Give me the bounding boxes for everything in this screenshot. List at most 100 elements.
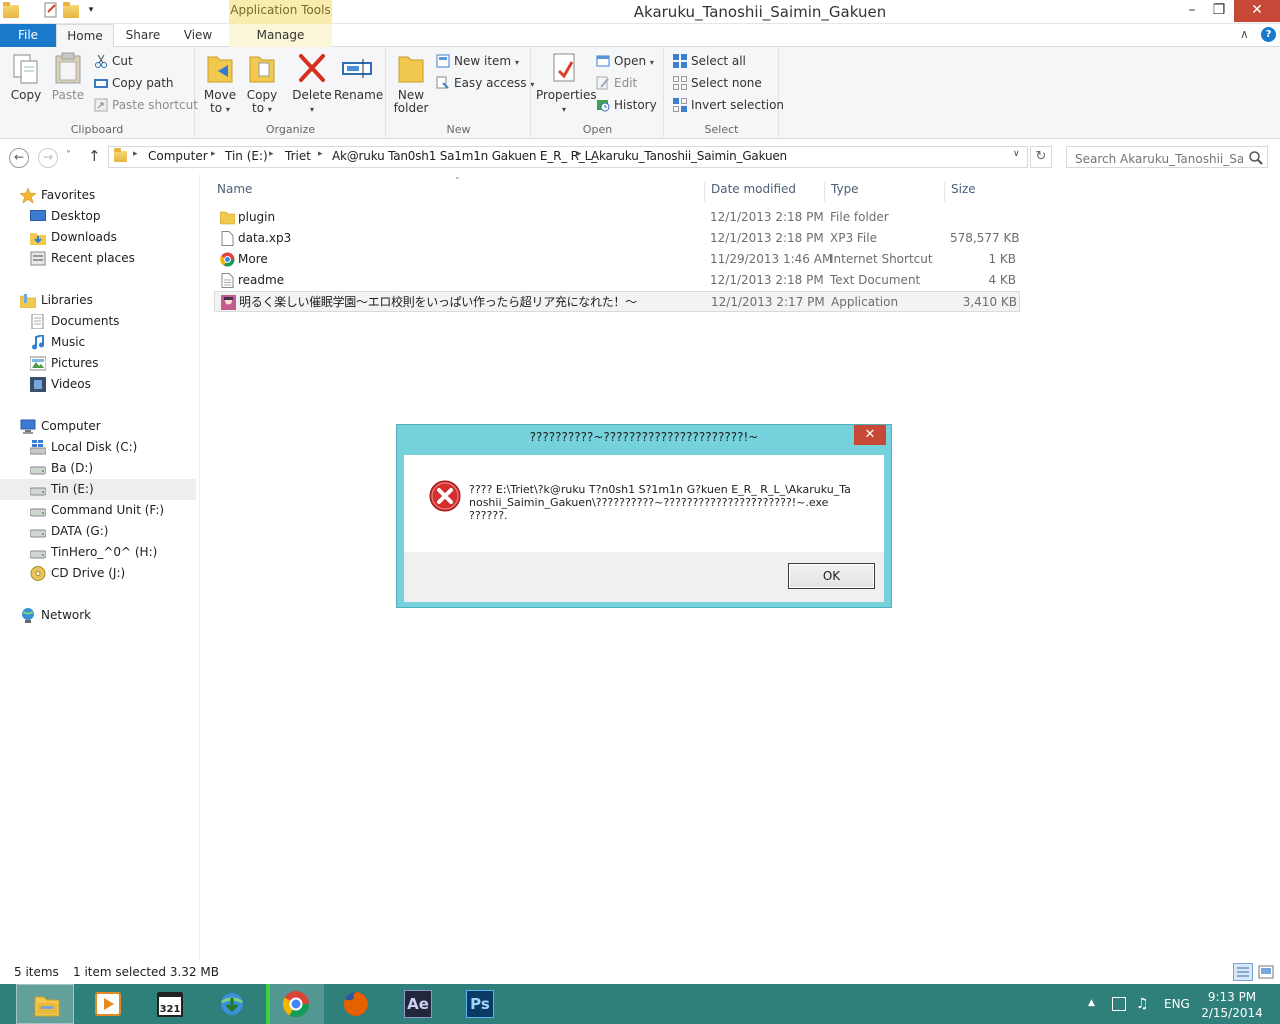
copy-button[interactable]: Copy	[8, 51, 44, 102]
open-button[interactable]: Open ▾	[596, 51, 654, 71]
clock-date[interactable]: 2/15/2014	[1200, 1006, 1264, 1020]
breadcrumb-separator-icon[interactable]: ▸	[211, 149, 216, 159]
taskbar-file-explorer[interactable]	[16, 984, 74, 1024]
invert-selection-button[interactable]: Invert selection	[673, 95, 784, 115]
history-button[interactable]: History	[596, 95, 657, 115]
taskbar-media-player-classic[interactable]: 321	[140, 984, 198, 1024]
nav-drive-c[interactable]: Local Disk (C:)	[0, 437, 196, 458]
collapse-ribbon-icon[interactable]: ∧	[1240, 27, 1249, 41]
tab-share[interactable]: Share	[118, 24, 168, 47]
taskbar-chrome[interactable]	[266, 984, 324, 1024]
nav-drive-g[interactable]: DATA (G:)	[0, 521, 196, 542]
breadcrumb-separator-icon[interactable]: ▸	[133, 149, 138, 159]
close-button[interactable]: ✕	[1234, 0, 1280, 22]
selection-info: 1 item selected 3.32 MB	[73, 965, 219, 979]
file-row[interactable]: data.xp3 12/1/2013 2:18 PM XP3 File 578,…	[214, 228, 1020, 249]
large-icons-view-icon[interactable]	[1257, 963, 1275, 981]
nav-videos[interactable]: Videos	[0, 374, 196, 395]
taskbar-download-manager[interactable]	[202, 984, 260, 1024]
nav-drive-j[interactable]: CD Drive (J:)	[0, 563, 196, 584]
nav-favorites-label: Favorites	[41, 188, 96, 202]
edit-button[interactable]: Edit	[596, 73, 637, 93]
network-status-icon[interactable]	[1112, 997, 1126, 1011]
new-group-label: New	[446, 123, 471, 136]
column-header-size[interactable]: Size	[944, 182, 1020, 202]
help-icon[interactable]: ?	[1261, 27, 1276, 42]
rename-button[interactable]: Rename	[334, 51, 383, 102]
copy-path-button[interactable]: Copy path	[94, 73, 174, 93]
column-header-date-modified[interactable]: Date modified	[704, 182, 820, 202]
breadcrumb-computer[interactable]: Computer	[148, 149, 208, 163]
new-folder-icon[interactable]	[63, 2, 79, 18]
nav-drive-e[interactable]: Tin (E:)	[0, 479, 196, 500]
nav-network[interactable]: Network	[0, 605, 196, 626]
move-to-button[interactable]: Move to ▾	[202, 51, 238, 116]
nav-documents[interactable]: Documents	[0, 311, 196, 332]
refresh-button[interactable]: ↻	[1030, 146, 1052, 168]
address-bar[interactable]: ▸ Computer ▸ Tin (E:) ▸ Triet ▸ Ak@ruku …	[108, 146, 1028, 168]
properties-button[interactable]: Properties ▾	[536, 51, 597, 116]
breadcrumb-current-folder[interactable]: Akaruku_Tanoshii_Saimin_Gakuen	[591, 149, 787, 163]
show-hidden-icons-icon[interactable]: ▲	[1088, 998, 1095, 1008]
paste-shortcut-button[interactable]: Paste shortcut	[94, 95, 198, 115]
ok-button[interactable]: OK	[788, 563, 875, 589]
nav-favorites[interactable]: Favorites	[0, 185, 196, 206]
dialog-close-button[interactable]: ✕	[854, 425, 886, 445]
taskbar-photoshop[interactable]: Ps	[450, 984, 508, 1024]
breadcrumb-separator-icon[interactable]: ▸	[318, 149, 323, 159]
nav-drive-h[interactable]: TinHero_^0^ (H:)	[0, 542, 196, 563]
breadcrumb-separator-icon[interactable]: ▸	[269, 149, 274, 159]
nav-libraries[interactable]: Libraries	[0, 290, 196, 311]
nav-pictures[interactable]: Pictures	[0, 353, 196, 374]
tab-home[interactable]: Home	[56, 24, 114, 48]
details-view-icon[interactable]	[1233, 963, 1253, 981]
tab-file[interactable]: File	[0, 24, 56, 47]
back-button[interactable]: ←	[9, 148, 29, 168]
tab-view[interactable]: View	[176, 24, 220, 47]
paste-button[interactable]: Paste	[50, 51, 86, 102]
volume-icon[interactable]: ♫	[1136, 996, 1149, 1012]
properties-icon[interactable]	[43, 2, 59, 18]
nav-desktop[interactable]: Desktop	[0, 206, 196, 227]
easy-access-button[interactable]: Easy access ▾	[436, 73, 534, 93]
file-row[interactable]: More 11/29/2013 1:46 AM Internet Shortcu…	[214, 249, 1020, 270]
breadcrumb-game-folder[interactable]: Ak@ruku Tan0sh1 Sa1m1n Gakuen E_R_ R_L_	[332, 149, 597, 163]
minimize-button[interactable]: –	[1180, 0, 1204, 22]
nav-drive-f[interactable]: Command Unit (F:)	[0, 500, 196, 521]
taskbar-firefox[interactable]	[326, 984, 384, 1024]
maximize-button[interactable]: ❐	[1206, 0, 1232, 22]
column-header-name[interactable]: Name	[211, 182, 700, 202]
tab-manage[interactable]: Manage	[229, 24, 332, 47]
delete-button[interactable]: Delete ▾	[292, 51, 332, 116]
file-row[interactable]: plugin 12/1/2013 2:18 PM File folder	[214, 207, 1020, 228]
column-header-type[interactable]: Type	[824, 182, 940, 202]
clock-time[interactable]: 9:13 PM	[1200, 990, 1264, 1004]
nav-downloads[interactable]: Downloads	[0, 227, 196, 248]
breadcrumb-triet[interactable]: Triet	[285, 149, 311, 163]
new-item-button[interactable]: New item ▾	[436, 51, 519, 71]
search-input[interactable]	[1066, 146, 1268, 168]
nav-computer[interactable]: Computer	[0, 416, 196, 437]
language-indicator[interactable]: ENG	[1164, 997, 1190, 1011]
file-row[interactable]: readme 12/1/2013 2:18 PM Text Document 4…	[214, 270, 1020, 291]
select-all-button[interactable]: Select all	[673, 51, 746, 71]
cut-button[interactable]: Cut	[94, 51, 133, 71]
search-icon[interactable]	[1248, 150, 1264, 166]
address-dropdown-icon[interactable]: ∨	[1013, 149, 1020, 159]
customize-dropdown-icon[interactable]: ▾	[83, 2, 99, 18]
breadcrumb-separator-icon[interactable]: ▸	[577, 149, 582, 159]
file-row[interactable]: 明るく楽しい催眠学園～エロ校則をいっぱい作ったら超リア充になれた！～ 12/1/…	[214, 291, 1020, 312]
taskbar-media-player[interactable]	[78, 984, 136, 1024]
up-button[interactable]: ↑	[88, 147, 101, 165]
nav-drive-d[interactable]: Ba (D:)	[0, 458, 196, 479]
taskbar-after-effects[interactable]: Ae	[388, 984, 446, 1024]
nav-recent-places[interactable]: Recent places	[0, 248, 196, 269]
nav-music[interactable]: Music	[0, 332, 196, 353]
select-none-button[interactable]: Select none	[673, 73, 762, 93]
new-folder-button[interactable]: New folder	[393, 51, 429, 115]
recent-locations-dropdown[interactable]: ˅	[66, 150, 71, 161]
copy-to-button[interactable]: Copy to ▾	[244, 51, 280, 116]
star-icon	[19, 187, 37, 204]
breadcrumb-tin-drive[interactable]: Tin (E:)	[225, 149, 268, 163]
forward-button[interactable]: →	[38, 148, 58, 168]
